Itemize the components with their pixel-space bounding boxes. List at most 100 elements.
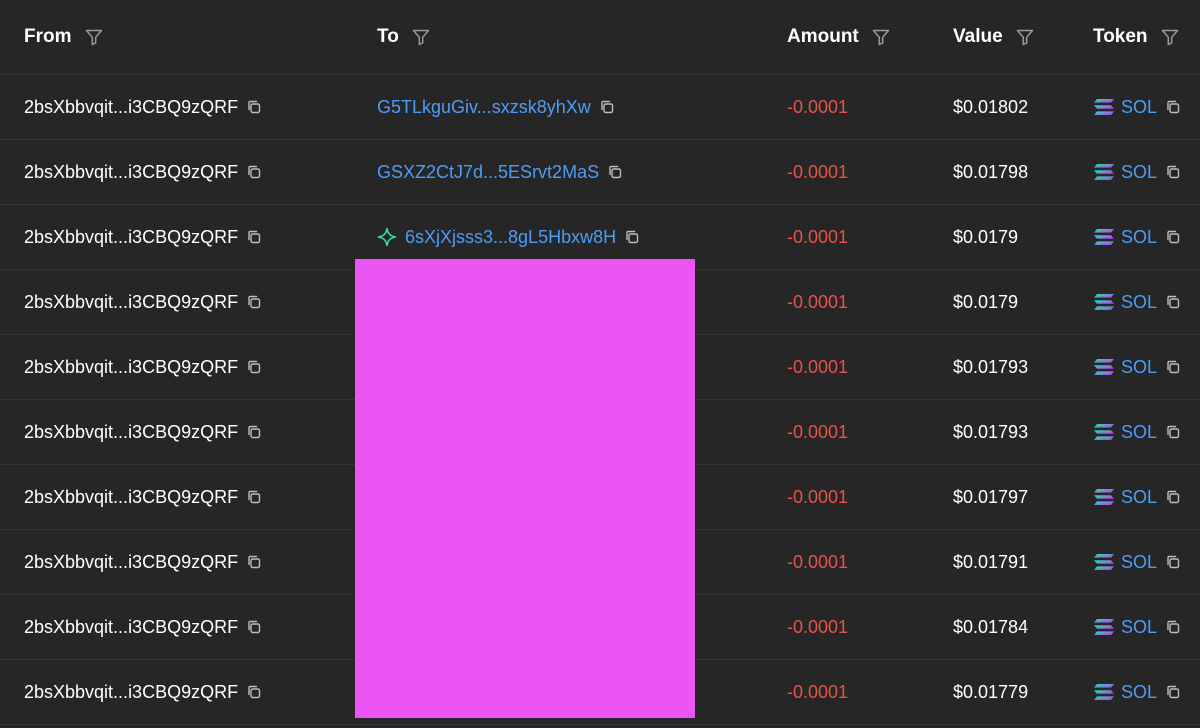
to-address-link[interactable]: G5TLkguGiv...sxzsk8yhXw — [377, 97, 591, 118]
from-address: 2bsXbbvqit...i3CBQ9zQRF — [24, 486, 239, 507]
token-cell: SOL — [1093, 205, 1181, 269]
from-cell: 2bsXbbvqit...i3CBQ9zQRF — [24, 400, 262, 464]
filter-icon[interactable] — [871, 27, 891, 47]
copy-icon[interactable] — [1165, 424, 1181, 440]
copy-icon[interactable] — [246, 164, 262, 180]
copy-icon[interactable] — [246, 554, 262, 570]
column-header-from-label: From — [24, 26, 72, 47]
token-cell: SOL — [1093, 335, 1181, 399]
amount-cell: -0.0001 — [787, 400, 848, 464]
filter-icon[interactable] — [1015, 27, 1035, 47]
filter-icon[interactable] — [1160, 27, 1180, 47]
column-header-token-label: Token — [1093, 26, 1148, 47]
transfers-table: From To Amount Value Token 2bsXbbvqit...… — [0, 0, 1200, 728]
copy-icon[interactable] — [599, 99, 615, 115]
token-link[interactable]: SOL — [1121, 357, 1157, 378]
from-cell: 2bsXbbvqit...i3CBQ9zQRF — [24, 530, 262, 594]
copy-icon[interactable] — [624, 229, 640, 245]
copy-icon[interactable] — [246, 619, 262, 635]
copy-icon[interactable] — [1165, 99, 1181, 115]
column-header-to-label: To — [377, 26, 399, 47]
column-header-amount-label: Amount — [787, 26, 859, 47]
copy-icon[interactable] — [1165, 489, 1181, 505]
solana-logo-icon — [1094, 554, 1114, 570]
copy-icon[interactable] — [246, 489, 262, 505]
from-address: 2bsXbbvqit...i3CBQ9zQRF — [24, 681, 239, 702]
solana-logo-icon — [1094, 489, 1114, 505]
token-link[interactable]: SOL — [1121, 422, 1157, 443]
usd-value: $0.01779 — [953, 681, 1029, 702]
from-cell: 2bsXbbvqit...i3CBQ9zQRF — [24, 335, 262, 399]
redaction-block — [355, 259, 695, 718]
from-address: 2bsXbbvqit...i3CBQ9zQRF — [24, 421, 239, 442]
token-cell: SOL — [1093, 140, 1181, 204]
solana-logo-icon — [1094, 164, 1114, 180]
amount-cell: -0.0001 — [787, 660, 848, 724]
filter-icon[interactable] — [84, 27, 104, 47]
copy-icon[interactable] — [1165, 554, 1181, 570]
token-cell: SOL — [1093, 270, 1181, 334]
copy-icon[interactable] — [246, 229, 262, 245]
column-header-value-label: Value — [953, 26, 1003, 47]
token-link[interactable]: SOL — [1121, 617, 1157, 638]
from-cell: 2bsXbbvqit...i3CBQ9zQRF — [24, 465, 262, 529]
value-cell: $0.01797 — [953, 465, 1028, 529]
token-cell: SOL — [1093, 660, 1181, 724]
table-row: 2bsXbbvqit...i3CBQ9zQRF GSXZ2CtJ7d...5ES… — [0, 140, 1200, 205]
value-cell: $0.01798 — [953, 140, 1028, 204]
table-header: From To Amount Value Token — [0, 0, 1200, 75]
token-link[interactable]: SOL — [1121, 682, 1157, 703]
copy-icon[interactable] — [1165, 164, 1181, 180]
from-address: 2bsXbbvqit...i3CBQ9zQRF — [24, 551, 239, 572]
solana-logo-icon — [1094, 229, 1114, 245]
solana-logo-icon — [1094, 619, 1114, 635]
from-address: 2bsXbbvqit...i3CBQ9zQRF — [24, 226, 239, 247]
from-cell: 2bsXbbvqit...i3CBQ9zQRF — [24, 75, 262, 139]
copy-icon[interactable] — [607, 164, 623, 180]
value-cell: $0.01802 — [953, 75, 1028, 139]
copy-icon[interactable] — [1165, 294, 1181, 310]
copy-icon[interactable] — [1165, 359, 1181, 375]
copy-icon[interactable] — [1165, 619, 1181, 635]
solana-logo-icon — [1094, 99, 1114, 115]
amount-cell: -0.0001 — [787, 140, 848, 204]
from-cell: 2bsXbbvqit...i3CBQ9zQRF — [24, 270, 262, 334]
copy-icon[interactable] — [1165, 684, 1181, 700]
token-link[interactable]: SOL — [1121, 97, 1157, 118]
usd-value: $0.01793 — [953, 421, 1029, 442]
amount-value: -0.0001 — [787, 356, 849, 377]
amount-cell: -0.0001 — [787, 335, 848, 399]
usd-value: $0.01802 — [953, 96, 1029, 117]
table-row: 2bsXbbvqit...i3CBQ9zQRF G5TLkguGiv...sxz… — [0, 75, 1200, 140]
token-link[interactable]: SOL — [1121, 292, 1157, 313]
filter-icon[interactable] — [411, 27, 431, 47]
from-cell: 2bsXbbvqit...i3CBQ9zQRF — [24, 595, 262, 659]
from-address: 2bsXbbvqit...i3CBQ9zQRF — [24, 96, 239, 117]
token-link[interactable]: SOL — [1121, 227, 1157, 248]
amount-value: -0.0001 — [787, 226, 849, 247]
copy-icon[interactable] — [246, 424, 262, 440]
sparkle-icon — [377, 227, 397, 247]
amount-value: -0.0001 — [787, 291, 849, 312]
copy-icon[interactable] — [246, 684, 262, 700]
token-link[interactable]: SOL — [1121, 552, 1157, 573]
from-address: 2bsXbbvqit...i3CBQ9zQRF — [24, 291, 239, 312]
from-address: 2bsXbbvqit...i3CBQ9zQRF — [24, 161, 239, 182]
copy-icon[interactable] — [1165, 229, 1181, 245]
to-address-link[interactable]: 6sXjXjsss3...8gL5Hbxw8H — [405, 227, 616, 248]
token-cell: SOL — [1093, 400, 1181, 464]
amount-value: -0.0001 — [787, 96, 849, 117]
copy-icon[interactable] — [246, 99, 262, 115]
from-cell: 2bsXbbvqit...i3CBQ9zQRF — [24, 140, 262, 204]
token-link[interactable]: SOL — [1121, 162, 1157, 183]
usd-value: $0.01784 — [953, 616, 1029, 637]
from-address: 2bsXbbvqit...i3CBQ9zQRF — [24, 356, 239, 377]
copy-icon[interactable] — [246, 359, 262, 375]
from-cell: 2bsXbbvqit...i3CBQ9zQRF — [24, 660, 262, 724]
usd-value: $0.01797 — [953, 486, 1029, 507]
copy-icon[interactable] — [246, 294, 262, 310]
to-address-link[interactable]: GSXZ2CtJ7d...5ESrvt2MaS — [377, 162, 599, 183]
from-cell: 2bsXbbvqit...i3CBQ9zQRF — [24, 205, 262, 269]
token-link[interactable]: SOL — [1121, 487, 1157, 508]
usd-value: $0.01791 — [953, 551, 1029, 572]
